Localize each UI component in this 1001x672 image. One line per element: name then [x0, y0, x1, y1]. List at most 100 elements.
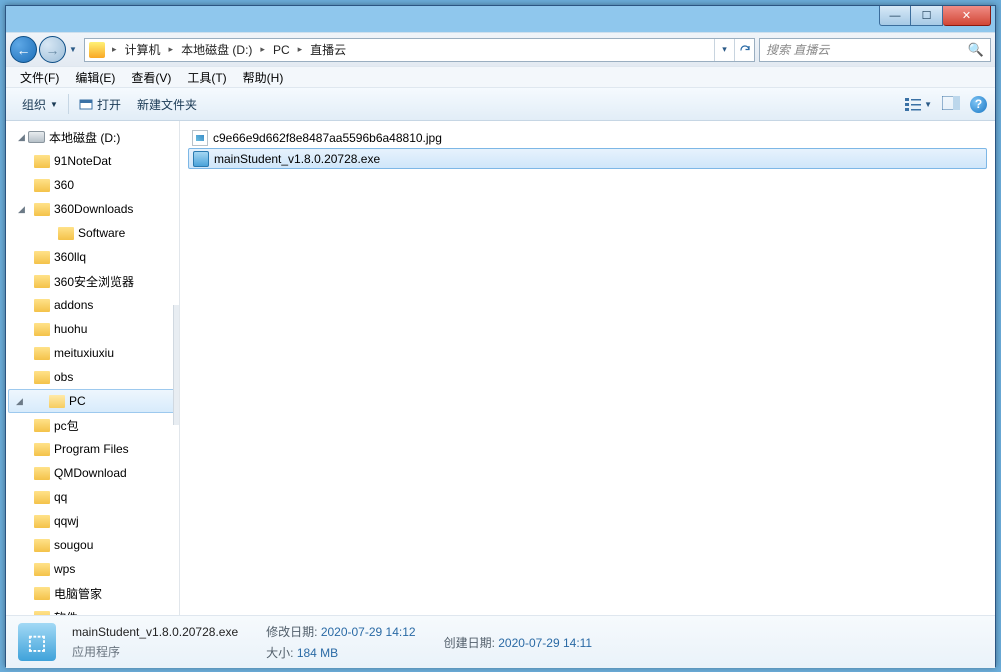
tree-item-label: addons	[54, 298, 93, 312]
exe-file-icon	[193, 151, 209, 167]
tree-drive-root[interactable]: ◢ 本地磁盘 (D:)	[6, 125, 179, 149]
folder-icon	[34, 203, 50, 216]
folder-icon	[34, 539, 50, 552]
jpg-file-icon	[192, 130, 208, 146]
tree-item[interactable]: ◢ 360Downloads	[6, 197, 179, 221]
folder-icon	[34, 251, 50, 264]
folder-icon	[34, 155, 50, 168]
collapse-icon[interactable]: ◢	[16, 396, 23, 407]
folder-icon	[34, 587, 50, 600]
tree-item-label: qqwj	[54, 514, 79, 528]
tree-item[interactable]: addons	[6, 293, 179, 317]
file-list[interactable]: c9e66e9d662f8e8487aa5596b6a48810.jpg main…	[180, 121, 995, 615]
breadcrumb-computer[interactable]: 计算机	[120, 39, 166, 61]
tree-item-label: meituxiuxiu	[54, 346, 114, 360]
help-button[interactable]: ?	[970, 96, 987, 113]
tree-item-label: 电脑管家	[54, 585, 102, 602]
tree-item-label: obs	[54, 370, 73, 384]
menu-help[interactable]: 帮助(H)	[235, 69, 292, 86]
tree-item-label: wps	[54, 562, 75, 576]
back-button[interactable]	[10, 36, 37, 63]
content-area: ◢ 本地磁盘 (D:) 91NoteDat360 ◢ 360Downloads Sof…	[6, 121, 995, 615]
folder-icon	[34, 323, 50, 336]
chevron-right-icon[interactable]: ▸	[166, 44, 177, 55]
command-bar: 组织 ▼ 打开 新建文件夹 ▼ ?	[6, 88, 995, 121]
tree-item[interactable]: 软件	[6, 605, 179, 615]
titlebar[interactable]: — ☐ ✕	[6, 6, 995, 32]
tree-item[interactable]: huohu	[6, 317, 179, 341]
minimize-button[interactable]: —	[879, 6, 911, 26]
folder-icon	[34, 491, 50, 504]
details-size: 184 MB	[297, 646, 338, 660]
file-item[interactable]: mainStudent_v1.8.0.20728.exe	[188, 148, 987, 169]
tree-item[interactable]: Software	[6, 221, 179, 245]
folder-icon	[34, 275, 50, 288]
breadcrumb-folder[interactable]: 直播云	[305, 39, 351, 61]
tree-item-label: 360Downloads	[54, 202, 133, 216]
view-options-button[interactable]: ▼	[905, 97, 932, 111]
breadcrumb-drive[interactable]: 本地磁盘 (D:)	[176, 39, 257, 61]
tree-item[interactable]: meituxiuxiu	[6, 341, 179, 365]
menu-view[interactable]: 查看(V)	[123, 69, 179, 86]
tree-item[interactable]: 91NoteDat	[6, 149, 179, 173]
tree-item-label: Software	[78, 226, 125, 240]
chevron-right-icon[interactable]: ▸	[257, 44, 268, 55]
menu-bar: 文件(F) 编辑(E) 查看(V) 工具(T) 帮助(H)	[6, 66, 995, 88]
open-button[interactable]: 打开	[71, 88, 129, 120]
preview-pane-button[interactable]	[942, 96, 960, 113]
tree-item-label: sougou	[54, 538, 93, 552]
organize-button[interactable]: 组织 ▼	[14, 88, 66, 120]
tree-scrollbar[interactable]	[173, 305, 179, 425]
collapse-icon[interactable]: ◢	[18, 204, 25, 215]
search-box[interactable]: 搜索 直播云 🔍	[759, 38, 991, 62]
tree-item[interactable]: 电脑管家	[6, 581, 179, 605]
chevron-right-icon[interactable]: ▸	[109, 44, 120, 55]
tree-item[interactable]: qqwj	[6, 509, 179, 533]
nav-history-dropdown[interactable]: ▼	[66, 39, 80, 61]
folder-icon	[58, 227, 74, 240]
file-name: mainStudent_v1.8.0.20728.exe	[214, 152, 380, 166]
forward-button[interactable]	[39, 36, 66, 63]
folder-icon	[34, 347, 50, 360]
preview-icon	[942, 96, 960, 110]
tree-item[interactable]: sougou	[6, 533, 179, 557]
file-item[interactable]: c9e66e9d662f8e8487aa5596b6a48810.jpg	[188, 127, 987, 148]
tree-item[interactable]: qq	[6, 485, 179, 509]
menu-edit[interactable]: 编辑(E)	[67, 69, 123, 86]
folder-icon	[49, 395, 65, 408]
details-created: 2020-07-29 14:11	[498, 636, 592, 650]
tree-item-label: 360llq	[54, 250, 86, 264]
tree-item[interactable]: obs	[6, 365, 179, 389]
menu-file[interactable]: 文件(F)	[12, 69, 67, 86]
details-filetype: 应用程序	[72, 643, 238, 660]
collapse-icon[interactable]: ◢	[18, 132, 25, 143]
folder-icon	[34, 299, 50, 312]
navigation-tree[interactable]: ◢ 本地磁盘 (D:) 91NoteDat360 ◢ 360Downloads Sof…	[6, 121, 180, 615]
explorer-window: — ☐ ✕ ▼ ▸ 计算机 ▸ 本地磁盘 (D:) ▸ PC ▸ 直播云 ▾	[5, 5, 996, 667]
tree-item[interactable]: 360	[6, 173, 179, 197]
chevron-right-icon[interactable]: ▸	[295, 44, 306, 55]
tree-item[interactable]: Program Files	[6, 437, 179, 461]
address-dropdown[interactable]: ▾	[714, 39, 734, 61]
folder-icon	[34, 419, 50, 432]
maximize-button[interactable]: ☐	[911, 6, 943, 26]
search-icon[interactable]: 🔍	[968, 42, 984, 58]
file-name: c9e66e9d662f8e8487aa5596b6a48810.jpg	[213, 131, 442, 145]
close-button[interactable]: ✕	[943, 6, 991, 26]
folder-icon	[34, 443, 50, 456]
tree-item[interactable]: wps	[6, 557, 179, 581]
tree-item[interactable]: pc包	[6, 413, 179, 437]
tree-item-label: pc包	[54, 417, 79, 434]
tree-item-label: qq	[54, 490, 67, 504]
details-modified: 2020-07-29 14:12	[321, 625, 416, 639]
new-folder-button[interactable]: 新建文件夹	[129, 88, 205, 120]
tree-item[interactable]: 360安全浏览器	[6, 269, 179, 293]
breadcrumb-folder[interactable]: PC	[268, 39, 295, 61]
menu-tools[interactable]: 工具(T)	[179, 69, 234, 86]
tree-item[interactable]: 360llq	[6, 245, 179, 269]
refresh-button[interactable]	[734, 39, 754, 61]
tree-item[interactable]: QMDownload	[6, 461, 179, 485]
folder-icon	[34, 515, 50, 528]
address-bar[interactable]: ▸ 计算机 ▸ 本地磁盘 (D:) ▸ PC ▸ 直播云 ▾	[84, 38, 755, 62]
tree-item[interactable]: ◢PC	[8, 389, 177, 413]
